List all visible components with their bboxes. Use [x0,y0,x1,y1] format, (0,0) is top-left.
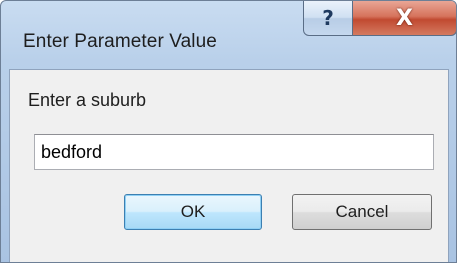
help-icon: ? [322,6,334,30]
caption-buttons: ? X [303,1,456,37]
close-button[interactable]: X [353,1,456,36]
close-icon: X [396,5,413,31]
prompt-label: Enter a suburb [28,90,147,110]
parameter-input[interactable] [34,134,434,170]
dialog-title: Enter Parameter Value [23,31,217,52]
help-button[interactable]: ? [303,1,353,36]
cancel-button[interactable]: Cancel [292,194,432,230]
ok-button[interactable]: OK [124,194,262,230]
